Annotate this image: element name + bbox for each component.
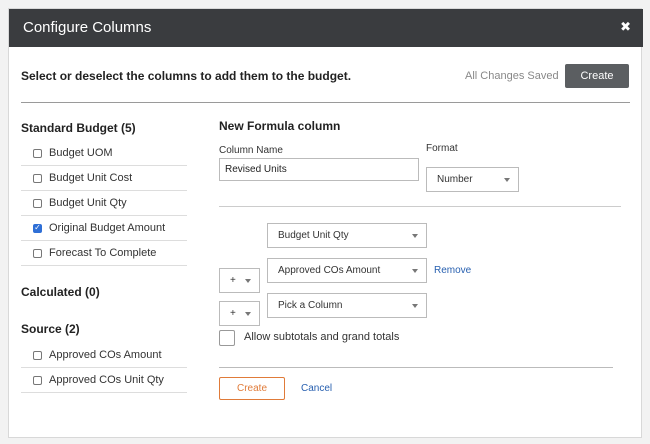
column-name-label: Column Name — [219, 145, 283, 156]
chevron-down-icon — [245, 278, 251, 283]
chevron-down-icon — [412, 303, 418, 308]
cancel-link[interactable]: Cancel — [301, 383, 332, 394]
chevron-down-icon — [412, 233, 418, 238]
operator-2-select[interactable]: + — [219, 301, 260, 326]
formula-divider — [219, 206, 621, 207]
operand-3-select[interactable]: Pick a Column — [267, 293, 427, 318]
header-divider — [21, 102, 630, 103]
standard-budget-title: Standard Budget (5) — [21, 121, 136, 135]
checkbox[interactable] — [33, 148, 42, 158]
checkbox[interactable] — [33, 248, 42, 258]
checkbox[interactable] — [33, 173, 42, 183]
modal-header: Configure Columns ✖ — [9, 9, 643, 47]
column-option-budget-uom[interactable]: Budget UOM — [21, 141, 187, 166]
instructions-text: Select or deselect the columns to add th… — [21, 69, 352, 83]
chevron-down-icon — [504, 177, 510, 182]
modal-title: Configure Columns — [23, 19, 152, 36]
checkbox[interactable] — [33, 198, 42, 208]
chevron-down-icon — [245, 311, 251, 316]
column-option-approved-cos-amount[interactable]: Approved COs Amount — [21, 343, 187, 368]
column-option-original-budget-amount[interactable]: ✓ Original Budget Amount — [21, 216, 187, 241]
subtotals-checkbox[interactable] — [219, 330, 235, 346]
column-option-budget-unit-cost[interactable]: Budget Unit Cost — [21, 166, 187, 191]
source-list: Approved COs Amount Approved COs Unit Qt… — [21, 343, 187, 393]
operator-1-select[interactable]: + — [219, 268, 260, 293]
actions-divider — [219, 367, 613, 368]
standard-budget-list: Budget UOM Budget Unit Cost Budget Unit … — [21, 141, 187, 266]
source-title: Source (2) — [21, 322, 80, 336]
remove-link[interactable]: Remove — [434, 265, 471, 276]
checkbox[interactable] — [33, 350, 42, 360]
check-icon: ✓ — [34, 223, 41, 232]
checkbox-checked[interactable]: ✓ — [33, 223, 42, 233]
subtotals-label: Allow subtotals and grand totals — [244, 331, 400, 343]
calculated-title: Calculated (0) — [21, 285, 100, 299]
column-name-input[interactable]: Revised Units — [219, 158, 419, 181]
formula-title: New Formula column — [219, 119, 341, 133]
save-status: All Changes Saved — [465, 70, 559, 82]
close-icon[interactable]: ✖ — [620, 19, 631, 35]
format-label: Format — [426, 143, 458, 154]
configure-columns-modal: Configure Columns ✖ Select or deselect t… — [8, 8, 643, 438]
column-option-budget-unit-qty[interactable]: Budget Unit Qty — [21, 191, 187, 216]
column-option-approved-cos-unit-qty[interactable]: Approved COs Unit Qty — [21, 368, 187, 393]
create-formula-button[interactable]: Create — [219, 377, 285, 400]
create-button[interactable]: Create — [565, 64, 629, 88]
operand-1-select[interactable]: Budget Unit Qty — [267, 223, 427, 248]
checkbox[interactable] — [33, 375, 42, 385]
column-option-forecast-to-complete[interactable]: Forecast To Complete — [21, 241, 187, 266]
chevron-down-icon — [412, 268, 418, 273]
operand-2-select[interactable]: Approved COs Amount — [267, 258, 427, 283]
format-select[interactable]: Number — [426, 167, 519, 192]
